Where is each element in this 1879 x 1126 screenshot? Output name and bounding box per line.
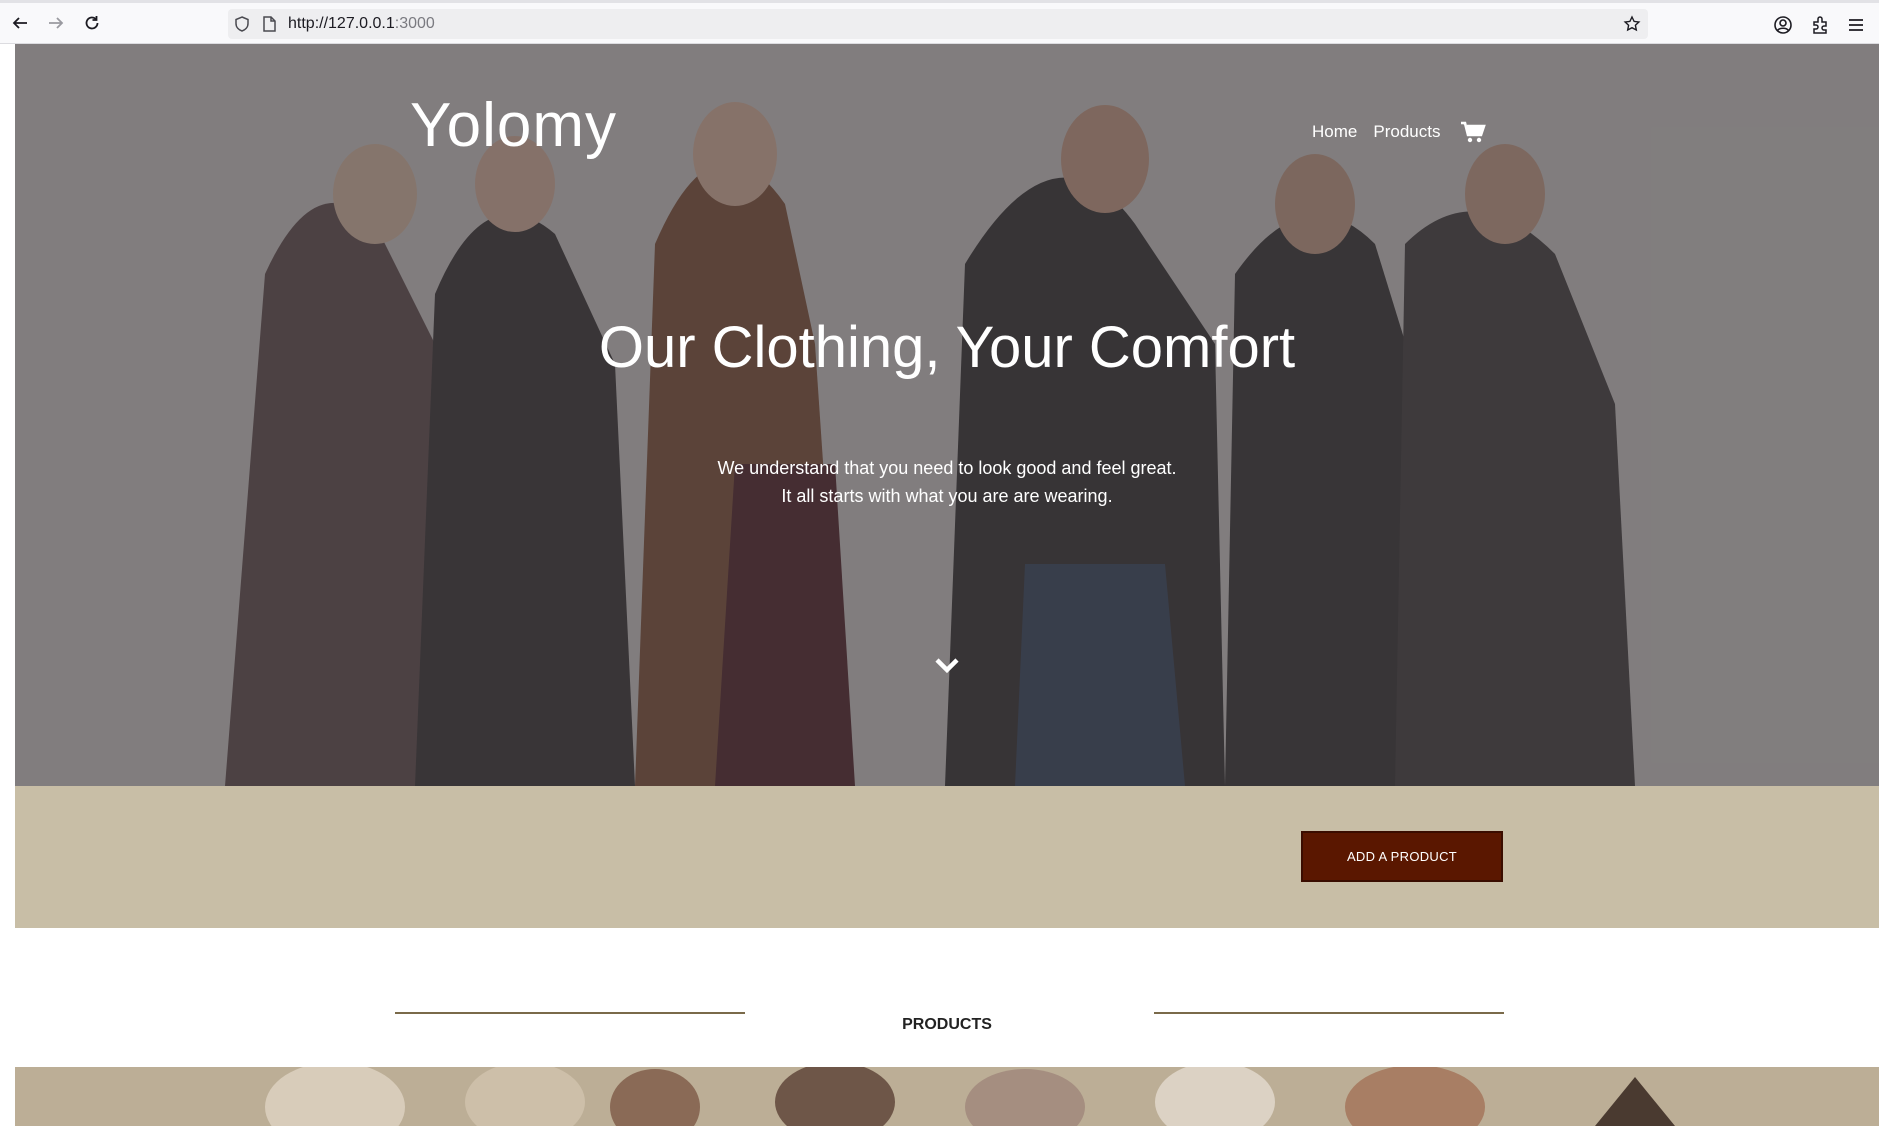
site-logo[interactable]: Yolomy (410, 90, 617, 161)
account-icon[interactable] (1772, 14, 1794, 36)
nav-home[interactable]: Home (1312, 122, 1357, 142)
browser-toolbar: http://127.0.0.1:3000 (0, 0, 1879, 44)
address-bar[interactable]: http://127.0.0.1:3000 (228, 9, 1648, 39)
divider-right (1154, 1012, 1504, 1014)
hero-subtitle: We understand that you need to look good… (15, 454, 1879, 510)
forward-button[interactable] (44, 11, 68, 35)
reload-button[interactable] (80, 11, 104, 35)
products-header: PRODUCTS (15, 928, 1879, 1067)
arrow-left-icon (12, 17, 27, 29)
reload-icon (85, 16, 99, 30)
menu-icon[interactable] (1845, 14, 1867, 36)
main-nav: Home Products (1312, 120, 1487, 144)
arrow-right-icon (49, 17, 64, 29)
nav-products[interactable]: Products (1373, 122, 1440, 142)
hero-subtitle-line1: We understand that you need to look good… (717, 458, 1177, 478)
url-port: :3000 (394, 15, 435, 32)
extensions-icon[interactable] (1809, 14, 1831, 36)
page-icon (263, 16, 276, 32)
add-product-button[interactable]: ADD A PRODUCT (1301, 831, 1503, 882)
bookmark-star-icon[interactable] (1623, 15, 1641, 33)
url-text: http://127.0.0.1:3000 (288, 15, 435, 33)
hero-section: Yolomy Home Products Our Clothing, Your … (15, 44, 1879, 786)
products-title: PRODUCTS (902, 1016, 992, 1033)
products-banner-image (15, 1067, 1879, 1126)
divider-left (395, 1012, 745, 1014)
url-host: http://127.0.0.1 (288, 15, 395, 32)
cart-icon[interactable] (1460, 120, 1487, 144)
back-button[interactable] (8, 11, 32, 35)
shield-icon (235, 16, 249, 32)
banner-photo (15, 1067, 1879, 1126)
hero-subtitle-line2: It all starts with what you are are wear… (781, 486, 1113, 506)
action-band: ADD A PRODUCT (15, 786, 1879, 928)
hero-title: Our Clothing, Your Comfort (598, 315, 1296, 380)
chevron-down-icon[interactable] (932, 650, 962, 680)
